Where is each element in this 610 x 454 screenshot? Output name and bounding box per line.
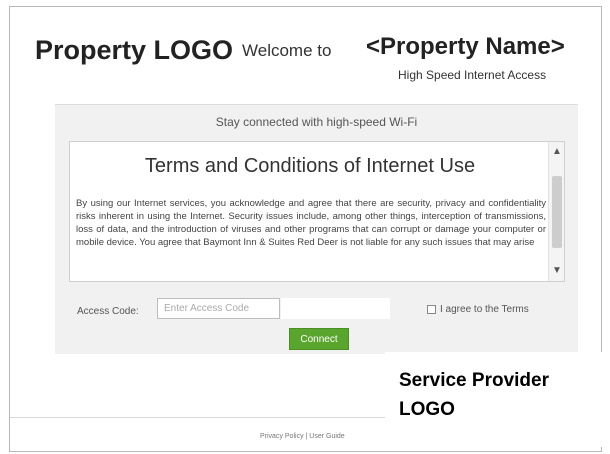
property-logo: Property LOGO xyxy=(35,35,234,65)
terms-box[interactable]: Terms and Conditions of Internet Use By … xyxy=(69,141,565,282)
portal-frame: Property LOGO Welcome to <Property Name>… xyxy=(9,6,603,452)
terms-text: By using our Internet services, you ackn… xyxy=(76,198,546,248)
chevron-down-icon[interactable]: ▼ xyxy=(549,263,564,279)
login-panel: Stay connected with high-speed Wi-Fi Ter… xyxy=(55,104,578,354)
chevron-up-icon[interactable]: ▲ xyxy=(549,144,564,160)
agree-terms-checkbox[interactable]: I agree to the Terms xyxy=(427,304,529,315)
input-extension xyxy=(281,298,390,319)
property-name: <Property Name> xyxy=(366,33,565,60)
connect-button[interactable]: Connect xyxy=(289,328,349,350)
agree-terms-label: I agree to the Terms xyxy=(440,304,529,315)
tagline: Stay connected with high-speed Wi-Fi xyxy=(215,115,418,129)
terms-scrollbar[interactable]: ▲ ▼ xyxy=(548,142,564,281)
header: Property LOGO Welcome to <Property Name>… xyxy=(10,7,601,102)
welcome-text: Welcome to xyxy=(242,41,332,60)
scrollbar-thumb[interactable] xyxy=(552,176,562,248)
footer-divider xyxy=(10,417,385,418)
service-provider-logo: Service Provider LOGO xyxy=(399,370,549,420)
terms-title: Terms and Conditions of Internet Use xyxy=(144,155,476,177)
checkbox-icon[interactable] xyxy=(427,305,436,314)
service-provider-area: Service Provider LOGO xyxy=(385,352,603,447)
footer-links[interactable]: Privacy Policy | User Guide xyxy=(260,433,345,440)
header-subtitle: High Speed Internet Access xyxy=(398,68,547,82)
access-code-input[interactable] xyxy=(157,298,280,319)
access-code-label: Access Code: xyxy=(77,306,139,317)
